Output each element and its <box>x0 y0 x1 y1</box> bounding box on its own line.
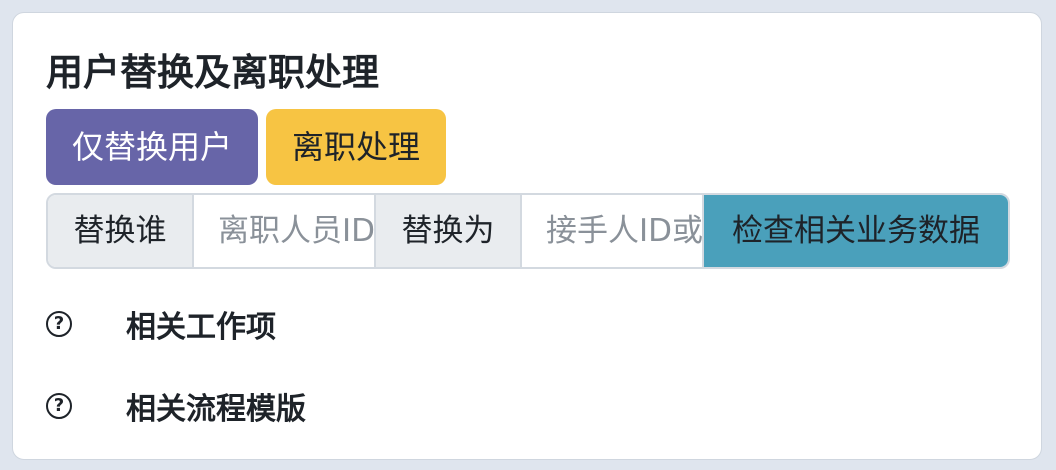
question-circle-icon[interactable]: ? <box>46 393 72 419</box>
check-business-data-button[interactable]: 检查相关业务数据 <box>704 195 1008 267</box>
related-process-templates-row[interactable]: ? 相关流程模版 <box>46 384 306 428</box>
resigned-user-id-input[interactable] <box>194 195 376 267</box>
related-process-templates-label[interactable]: 相关流程模版 <box>126 384 306 428</box>
successor-id-input[interactable] <box>522 195 704 267</box>
replace-input-group: 替换谁 替换为 检查相关业务数据 <box>46 193 1010 269</box>
related-work-items-row[interactable]: ? 相关工作项 <box>46 302 276 346</box>
card-title: 用户替换及离职处理 <box>46 51 379 94</box>
replace-only-button[interactable]: 仅替换用户 <box>46 109 258 185</box>
question-circle-icon[interactable]: ? <box>46 311 72 337</box>
related-work-items-label[interactable]: 相关工作项 <box>126 302 276 346</box>
user-replace-card: 用户替换及离职处理 仅替换用户 离职处理 替换谁 替换为 检查相关业务数据 ? … <box>12 12 1042 460</box>
replace-to-label: 替换为 <box>376 195 522 267</box>
replace-who-label: 替换谁 <box>48 195 194 267</box>
resign-process-button[interactable]: 离职处理 <box>266 109 446 185</box>
